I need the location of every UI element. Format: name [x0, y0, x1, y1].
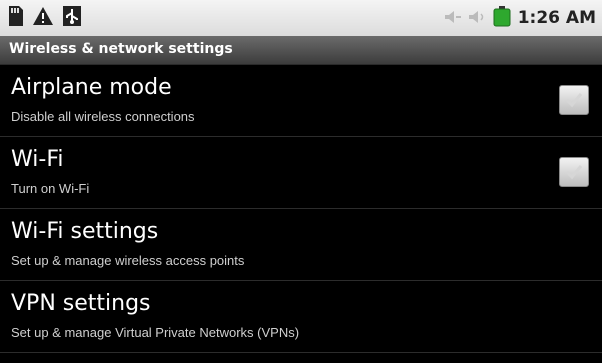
row-summary: Set up & manage Virtual Private Networks… — [11, 325, 300, 340]
screen-title-bar: Wireless & network settings — [0, 36, 602, 65]
wifi-checkbox[interactable] — [559, 157, 589, 187]
status-left-icons — [6, 4, 82, 32]
row-summary: Set up & manage wireless access points — [11, 253, 245, 268]
row-summary: Disable all wireless connections — [11, 109, 195, 124]
airplane-mode-row[interactable]: Airplane mode Disable all wireless conne… — [0, 65, 602, 137]
sound-off-icon — [444, 9, 462, 28]
status-bar: 1:26 AM — [0, 0, 602, 36]
checkmark-icon — [565, 93, 583, 108]
row-title: Wi-Fi settings — [11, 219, 159, 244]
screen-title: Wireless & network settings — [9, 41, 233, 57]
airplane-mode-checkbox[interactable] — [559, 85, 589, 115]
settings-list: Airplane mode Disable all wireless conne… — [0, 65, 602, 353]
row-summary: Turn on Wi-Fi — [11, 181, 90, 196]
status-time: 1:26 AM — [517, 8, 596, 28]
battery-icon — [492, 5, 512, 31]
sound-icon — [468, 9, 486, 28]
warning-icon — [32, 6, 54, 30]
status-right-icons: 1:26 AM — [444, 4, 596, 32]
row-title: Airplane mode — [11, 75, 172, 100]
wifi-row[interactable]: Wi-Fi Turn on Wi-Fi — [0, 137, 602, 209]
vpn-settings-row[interactable]: VPN settings Set up & manage Virtual Pri… — [0, 281, 602, 353]
row-title: VPN settings — [11, 291, 151, 316]
row-title: Wi-Fi — [11, 147, 64, 172]
usb-icon — [62, 5, 82, 31]
checkmark-icon — [565, 165, 583, 180]
sd-card-icon — [6, 5, 24, 31]
wifi-settings-row[interactable]: Wi-Fi settings Set up & manage wireless … — [0, 209, 602, 281]
